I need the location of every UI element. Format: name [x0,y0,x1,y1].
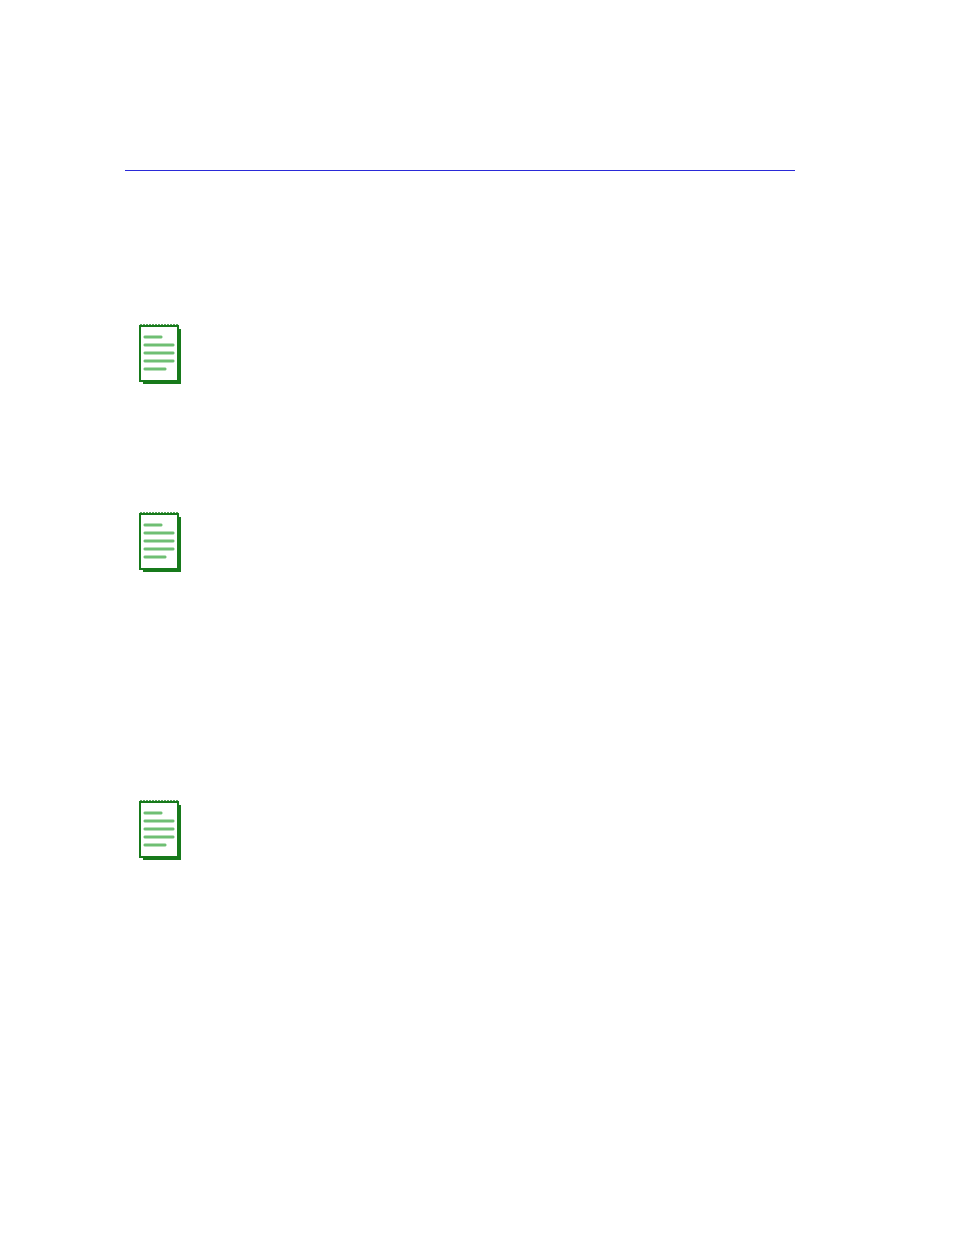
mid2-rest: , one of the following happens: [207,605,381,620]
mid1-product: 6H259-17 [170,417,228,432]
bullet-text: If card 2 is installed in slot 2, you ca… [164,726,782,769]
intro-p2-prefix: For the [126,255,170,270]
bullet-text: If card 1 is installed in slot 1, the JP… [164,638,782,703]
footer-page-number: 3-15 [771,1167,796,1183]
note-icon-cell [139,319,197,385]
note-block-3: NOTE: Do not try to change the JP2 jumpe… [139,795,795,861]
page: Connecting to the Network To change the … [0,0,954,1235]
mid2-prefix: For [126,605,149,620]
mid-paragraph-2: For 6H202-24, one of the following happe… [126,602,796,624]
note-icon-cell [139,795,197,861]
bullet-marker: • [142,726,164,769]
note-block-1: NOTE: Do not try to change the JP2 jumpe… [139,319,795,385]
note-label: NOTE: [197,510,241,525]
note-icon [139,321,183,385]
note-body: Do not try to change the JP2 jumper posi… [197,798,795,835]
note-block-2: NOTE: Do not try to change the JP2 jumpe… [139,507,795,573]
note-body: Do not try to change the JP2 jumper posi… [197,322,795,359]
note-label: NOTE: [197,798,241,813]
note-text-cell: NOTE: Do not try to change the JP2 jumpe… [197,319,795,362]
intro-p2: For the 6H258-17, the jumper is located … [126,252,796,295]
note-icon-cell [139,507,197,573]
mid2-product: 6H202-24 [149,605,207,620]
bullet-2: • If card 2 is installed in slot 2, you … [142,726,782,769]
note-text-cell: NOTE: Do not try to change the JP2 jumpe… [197,795,795,838]
footer-doc-ref: 6H202-24, 6H252-17, 6H258-17, 6H259-17 S… [126,1167,539,1183]
running-head: Connecting to the Network [515,147,660,163]
mid1-prefix: For the [126,417,170,432]
intro-p1: To change the default jumper settings fo… [126,202,796,224]
note-text-cell: NOTE: Do not try to change the JP2 jumpe… [197,507,795,550]
note-icon [139,509,183,573]
intro-p2-product: 6H258-17 [170,255,228,270]
mid-paragraph-1: For the 6H259-17, the jumper is located … [126,414,796,457]
note-body: Do not try to change the JP2 jumper posi… [197,510,795,547]
bullet-1: • If card 1 is installed in slot 1, the … [142,638,782,703]
note-icon [139,797,183,861]
bullet-marker: • [142,638,164,703]
note-label: NOTE: [197,322,241,337]
header-rule [125,170,795,171]
